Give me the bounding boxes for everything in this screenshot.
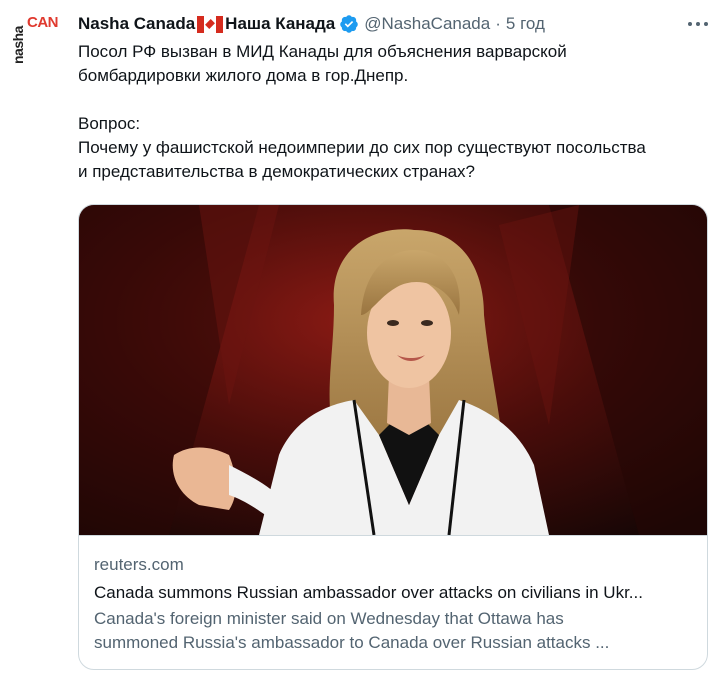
avatar-text-nasha: nasha	[10, 26, 26, 64]
display-name-ru[interactable]: Наша Канада	[225, 14, 335, 34]
card-domain: reuters.com	[94, 555, 184, 574]
separator-dot: ·	[495, 14, 501, 33]
tweet-text-line: бомбардировки жилого дома в гор.Днепр.	[78, 66, 409, 85]
card-description-line: summoned Russia's ambassador to Canada o…	[94, 633, 610, 652]
card-title[interactable]: Canada summons Russian ambassador over a…	[94, 581, 699, 605]
verified-badge-icon	[339, 14, 359, 34]
tweet-text-line: Посол РФ вызван в МИД Канады для объясне…	[78, 42, 567, 61]
tweet-text: Посол РФ вызван в МИД Канады для объясне…	[78, 40, 718, 184]
card-description-line: Canada's foreign minister said on Wednes…	[94, 609, 564, 628]
tweet-text-line: Вопрос:	[78, 114, 141, 133]
tweet-text-line: Почему у фашистской недоимперии до сих п…	[78, 138, 646, 157]
avatar-text-canada: CANADA	[27, 14, 58, 31]
avatar[interactable]: nasha CANADA	[10, 12, 58, 64]
link-card[interactable]: reuters.com Canada summons Russian ambas…	[78, 204, 708, 670]
tweet-header: Nasha Canada Наша Канада @NashaCanada · …	[78, 12, 545, 36]
handle[interactable]: @NashaCanada	[364, 14, 490, 34]
card-description: Canada's foreign minister said on Wednes…	[94, 607, 694, 655]
card-image[interactable]	[79, 205, 707, 535]
timestamp[interactable]: 5 год	[506, 14, 545, 34]
card-divider	[79, 535, 707, 536]
canada-flag-icon	[197, 15, 224, 33]
tweet-text-line: и представительства в демократических ст…	[78, 162, 476, 181]
display-name-en[interactable]: Nasha Canada	[78, 14, 195, 34]
tweet[interactable]: nasha CANADA Nasha Canada Наша Канада @N…	[0, 0, 723, 674]
more-options-icon[interactable]	[686, 14, 710, 34]
